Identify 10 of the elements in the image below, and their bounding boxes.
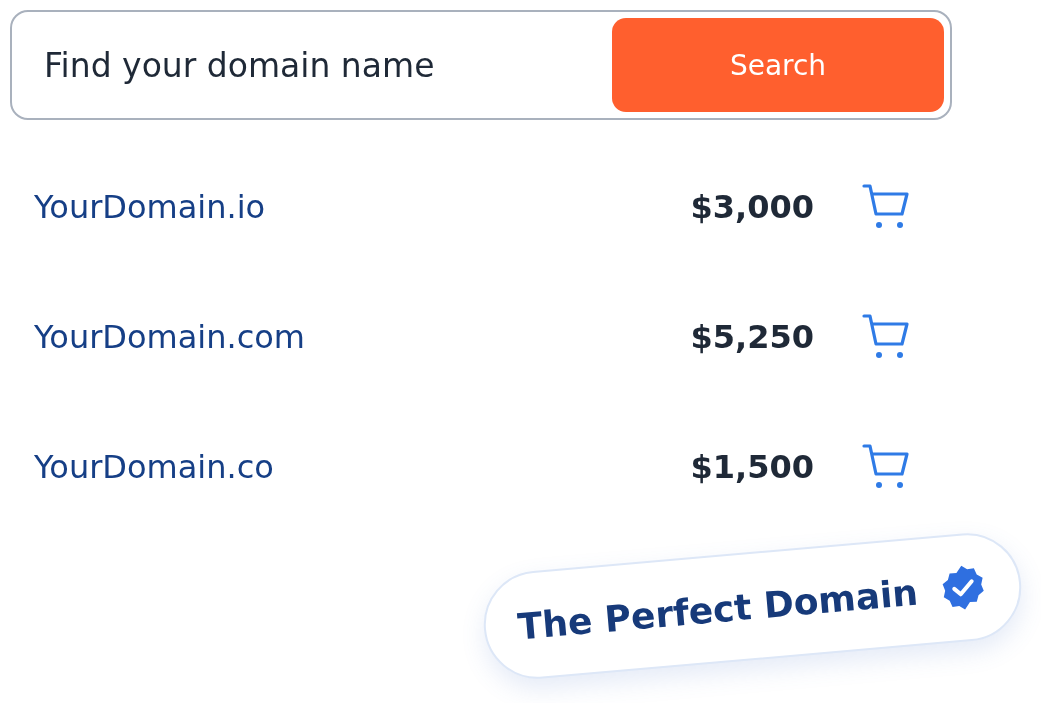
domain-name[interactable]: YourDomain.co [34,448,691,486]
badge-label: The Perfect Domain [515,571,920,647]
domain-name[interactable]: YourDomain.com [34,318,691,356]
domain-price: $5,250 [690,318,814,356]
domain-price: $1,500 [690,448,814,486]
domain-name[interactable]: YourDomain.io [34,188,691,226]
cart-icon[interactable] [862,313,912,361]
cart-icon[interactable] [862,183,912,231]
domain-price: $3,000 [690,188,814,226]
cart-icon[interactable] [862,443,912,491]
